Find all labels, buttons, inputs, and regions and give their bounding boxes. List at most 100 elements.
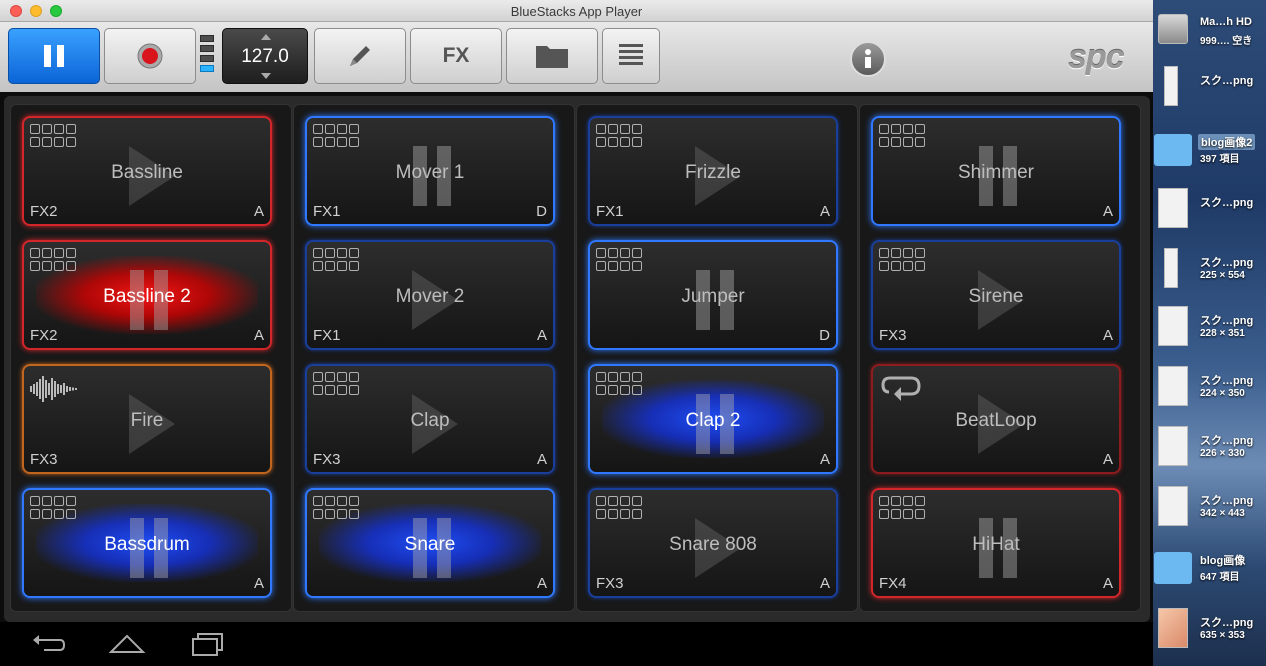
- pad-name: HiHat: [972, 534, 1020, 555]
- file-thumbnail-icon: [1158, 188, 1188, 228]
- back-icon[interactable]: [30, 634, 66, 656]
- pad-jumper[interactable]: Jumper D: [588, 240, 838, 350]
- folder-button[interactable]: [506, 28, 598, 84]
- desktop-item-info: 342 × 443: [1200, 508, 1245, 519]
- pad-bassdrum[interactable]: Bassdrum A: [22, 488, 272, 598]
- file-thumbnail-icon: [1158, 608, 1188, 648]
- pad-bassline[interactable]: Bassline FX2 A: [22, 116, 272, 226]
- home-icon[interactable]: [108, 632, 146, 656]
- pad-mode-label: A: [1102, 451, 1113, 468]
- pad-name: Jumper: [681, 286, 745, 307]
- file-thumbnail-icon: [1158, 366, 1188, 406]
- pad-beatloop[interactable]: BeatLoop A: [871, 364, 1121, 474]
- desktop-item[interactable]: スク…png 228 × 351: [1154, 302, 1266, 352]
- tempo-down-icon[interactable]: [261, 73, 271, 79]
- pad-mode-label: D: [819, 327, 830, 344]
- fx-label: FX: [442, 44, 470, 67]
- desktop-item[interactable]: スク…png 342 × 443: [1154, 482, 1266, 532]
- desktop-item[interactable]: blog画像 647 項目: [1154, 542, 1266, 592]
- record-button[interactable]: [104, 28, 196, 84]
- pad-fx-label: FX3: [313, 451, 341, 468]
- pad-mode-label: A: [253, 203, 264, 220]
- level-segment: [200, 45, 214, 52]
- hard-drive-icon: [1158, 14, 1188, 44]
- pad-fx-label: FX1: [313, 203, 341, 220]
- info-icon: [865, 49, 871, 68]
- pad-fx-label: FX2: [30, 327, 58, 344]
- pad-name: Bassline 2: [103, 286, 191, 307]
- desktop-item[interactable]: スク…png: [1154, 62, 1266, 112]
- tempo-up-icon[interactable]: [261, 34, 271, 40]
- matrix-icon: [30, 124, 82, 152]
- pad-snare[interactable]: Snare A: [305, 488, 555, 598]
- file-thumbnail-icon: [1158, 306, 1188, 346]
- pad-mode-label: A: [819, 451, 830, 468]
- pad-frizzle[interactable]: Frizzle FX1 A: [588, 116, 838, 226]
- desktop-item[interactable]: Ma…h HD 999…. 空き: [1154, 6, 1266, 56]
- pad-name: Clap: [410, 410, 450, 431]
- desktop-item[interactable]: スク…png 224 × 350: [1154, 362, 1266, 412]
- pad-fx-label: FX3: [596, 575, 624, 592]
- pad-name: Frizzle: [685, 162, 741, 183]
- pad-name: Fire: [130, 410, 164, 431]
- pad-mover-2[interactable]: Mover 2 FX1 A: [305, 240, 555, 350]
- pad-sirene[interactable]: Sirene FX3 A: [871, 240, 1121, 350]
- desktop-item[interactable]: スク…png 226 × 330: [1154, 422, 1266, 472]
- matrix-icon: [313, 496, 365, 524]
- pad-mode-label: A: [1102, 575, 1113, 592]
- pad-mode-label: A: [536, 451, 547, 468]
- desktop-item[interactable]: blog画像2 397 項目: [1154, 124, 1266, 174]
- pad-name: Shimmer: [957, 162, 1034, 183]
- matrix-icon: [596, 124, 648, 152]
- pad-mode-label: A: [1102, 327, 1113, 344]
- title-bar[interactable]: BlueStacks App Player: [0, 0, 1153, 22]
- pad-hihat[interactable]: HiHat FX4 A: [871, 488, 1121, 598]
- pad-name: Bassline: [111, 162, 183, 183]
- pad-mode-label: D: [536, 203, 547, 220]
- pad-name: Snare 808: [669, 534, 757, 555]
- menu-button[interactable]: [602, 28, 660, 84]
- desktop-item-info: 225 × 554: [1200, 270, 1245, 281]
- file-thumbnail-icon: [1164, 248, 1178, 288]
- pad-snare-808[interactable]: Snare 808 FX3 A: [588, 488, 838, 598]
- desktop-item-info: 397 項目: [1200, 154, 1240, 165]
- matrix-icon: [313, 372, 365, 400]
- pad-mover-1[interactable]: Mover 1 FX1 D: [305, 116, 555, 226]
- pad-clap[interactable]: Clap FX3 A: [305, 364, 555, 474]
- desktop-item-name: スク…png: [1200, 617, 1254, 629]
- pad-fx-label: FX4: [879, 575, 907, 592]
- level-segment: [200, 65, 214, 72]
- pad-name: Sirene: [968, 286, 1024, 307]
- waveform-icon: [30, 376, 77, 402]
- desktop-item[interactable]: スク…png: [1154, 184, 1266, 234]
- desktop-item[interactable]: スク…png 225 × 554: [1154, 244, 1266, 294]
- pad-shimmer[interactable]: Shimmer A: [871, 116, 1121, 226]
- recent-apps-icon[interactable]: [190, 632, 226, 656]
- desktop-item-name: blog画像2: [1198, 134, 1256, 150]
- pause-icon: [44, 45, 64, 67]
- desktop-item-name: スク…png: [1200, 375, 1254, 387]
- pad-name: Snare: [404, 534, 456, 555]
- pad-bassline-2[interactable]: Bassline 2 FX2 A: [22, 240, 272, 350]
- pause-button[interactable]: [8, 28, 100, 84]
- level-segment: [200, 35, 214, 42]
- pad-clap-2[interactable]: Clap 2 A: [588, 364, 838, 474]
- matrix-icon: [879, 248, 931, 276]
- pad-fire[interactable]: Fire FX3: [22, 364, 272, 474]
- desktop-item-name: スク…png: [1200, 315, 1254, 327]
- pad-name: Mover 2: [395, 286, 465, 307]
- desktop-item[interactable]: スク…png 635 × 353: [1154, 604, 1266, 654]
- edit-button[interactable]: [314, 28, 406, 84]
- fx-button[interactable]: FX: [410, 28, 502, 84]
- desktop-item-name: スク…png: [1200, 257, 1254, 269]
- info-button[interactable]: [850, 41, 886, 77]
- tempo-control[interactable]: 127.0: [222, 28, 308, 84]
- matrix-icon: [596, 248, 648, 276]
- matrix-icon: [30, 496, 82, 524]
- spc-logo: spc: [1068, 38, 1125, 76]
- pad-name: Clap 2: [685, 410, 741, 431]
- desktop-item-info: 224 × 350: [1200, 388, 1245, 399]
- desktop-item-info: 635 × 353: [1200, 630, 1245, 641]
- pad-mode-label: A: [536, 575, 547, 592]
- pad-grid: Bassline FX2 A Bassline 2 FX2 A Fire FX3 Bassdru…: [4, 96, 1150, 622]
